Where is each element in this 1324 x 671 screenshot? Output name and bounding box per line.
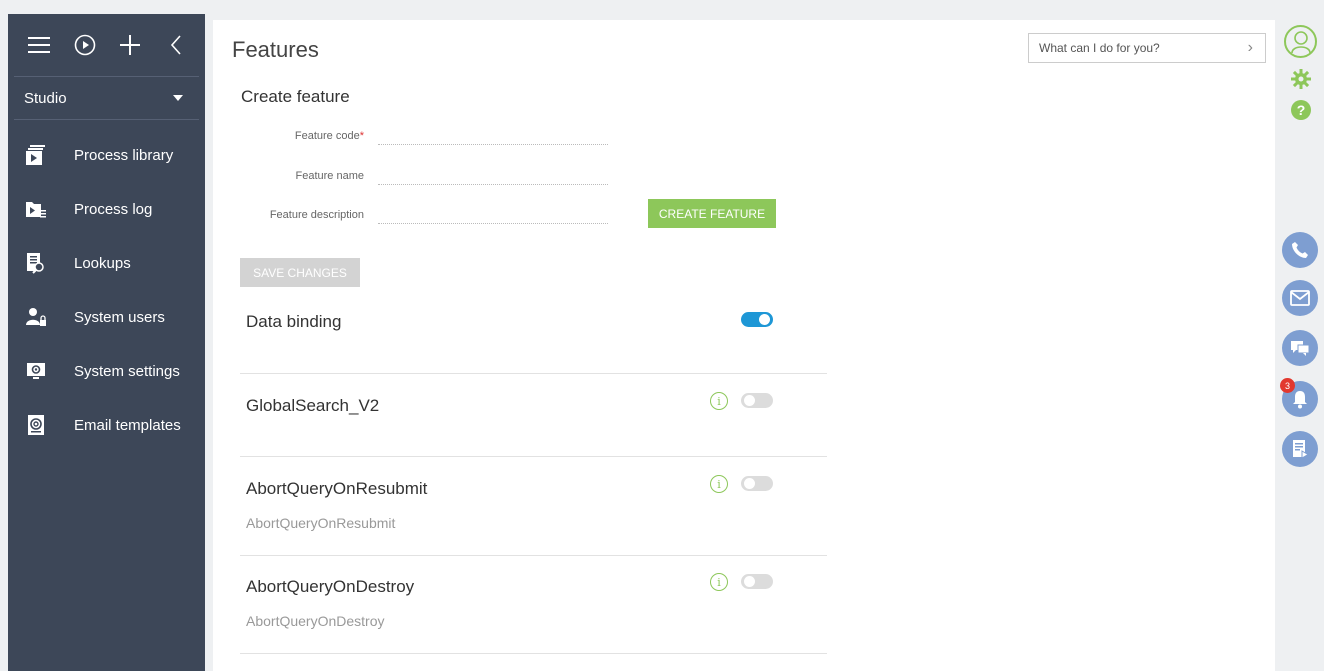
feature-description: AbortQueryOnDestroy <box>246 613 385 629</box>
sidebar-item-label: Email templates <box>74 416 181 434</box>
sidebar-item-process-log[interactable]: Process log <box>8 182 205 236</box>
help-icon[interactable]: ? <box>1291 100 1311 120</box>
feature-toggle-abortqueryonresubmit[interactable] <box>741 476 773 491</box>
toggle-knob <box>744 478 755 489</box>
sidebar-item-label: System settings <box>74 362 180 380</box>
email-icon[interactable] <box>1282 280 1318 316</box>
feature-description-row: Feature description <box>208 206 608 224</box>
process-library-icon <box>25 144 47 166</box>
feature-description: AbortQueryOnResubmit <box>246 515 396 531</box>
info-icon[interactable]: i <box>710 392 728 410</box>
required-marker: * <box>359 130 364 142</box>
feature-name: AbortQueryOnDestroy <box>246 577 415 596</box>
lookups-icon <box>25 252 47 274</box>
toggle-knob <box>744 395 755 406</box>
feature-code-row: Feature code* <box>208 127 608 145</box>
workplace-selector[interactable]: Studio <box>14 76 199 120</box>
feature-name-row: Feature name <box>208 167 608 185</box>
sidebar-list: Process library Process log Lookups Syst… <box>8 120 205 452</box>
search-placeholder: What can I do for you? <box>1039 41 1160 55</box>
feature-name: Data binding <box>246 312 342 331</box>
divider <box>240 555 827 556</box>
system-users-icon <box>25 306 47 328</box>
create-feature-button[interactable]: CREATE FEATURE <box>648 199 776 228</box>
main-content: Features What can I do for you? › Create… <box>213 20 1275 671</box>
add-icon[interactable] <box>114 27 148 63</box>
phone-icon[interactable] <box>1282 232 1318 268</box>
divider <box>240 373 827 374</box>
collapse-icon[interactable] <box>159 27 193 63</box>
chat-icon[interactable] <box>1282 330 1318 366</box>
caret-down-icon <box>173 95 183 101</box>
feature-description-field[interactable] <box>378 206 608 224</box>
sidebar-item-label: Process library <box>74 146 174 164</box>
info-icon[interactable]: i <box>710 475 728 493</box>
feature-toggle-data-binding[interactable] <box>741 312 773 327</box>
workplace-label: Studio <box>24 89 67 107</box>
sidebar-item-label: System users <box>74 308 165 326</box>
feature-name: AbortQueryOnResubmit <box>246 479 428 498</box>
sidebar-item-lookups[interactable]: Lookups <box>8 236 205 290</box>
feature-code-field[interactable] <box>378 127 608 145</box>
page-title: Features <box>232 37 319 62</box>
menu-icon[interactable] <box>22 27 56 63</box>
sidebar-item-label: Lookups <box>74 254 131 272</box>
process-icon[interactable] <box>1282 431 1318 467</box>
feature-toggle-globalsearch-v2[interactable] <box>741 393 773 408</box>
chevron-right-icon[interactable]: › <box>1248 39 1253 57</box>
sidebar-toolbar <box>8 14 205 76</box>
sidebar-item-label: Process log <box>74 200 153 218</box>
save-changes-button[interactable]: SAVE CHANGES <box>240 258 360 287</box>
left-sidebar: Studio Process library Process log Looku… <box>8 14 205 671</box>
run-process-icon[interactable] <box>68 27 102 63</box>
feature-name-label: Feature name <box>295 170 364 182</box>
right-rail: ? 3 <box>1275 14 1324 671</box>
sidebar-item-system-settings[interactable]: System settings <box>8 344 205 398</box>
process-log-icon <box>25 198 47 220</box>
toggle-knob <box>744 576 755 587</box>
toggle-knob <box>759 314 770 325</box>
sidebar-item-process-library[interactable]: Process library <box>8 128 205 182</box>
divider <box>240 456 827 457</box>
feature-toggle-abortqueryondestroy[interactable] <box>741 574 773 589</box>
sidebar-item-email-templates[interactable]: Email templates <box>8 398 205 452</box>
sidebar-item-system-users[interactable]: System users <box>8 290 205 344</box>
gear-icon[interactable] <box>1291 69 1311 94</box>
create-feature-title: Create feature <box>241 87 350 106</box>
feature-name-field[interactable] <box>378 167 608 185</box>
feature-name: GlobalSearch_V2 <box>246 396 380 415</box>
divider <box>240 653 827 654</box>
profile-avatar-icon[interactable] <box>1284 25 1317 58</box>
system-settings-icon <box>25 360 47 382</box>
feature-description-label: Feature description <box>269 209 364 221</box>
feature-code-label: Feature code* <box>294 130 364 142</box>
command-search-input[interactable]: What can I do for you? › <box>1028 33 1266 63</box>
notification-count-badge: 3 <box>1280 378 1295 393</box>
info-icon[interactable]: i <box>710 573 728 591</box>
email-templates-icon <box>25 414 47 436</box>
